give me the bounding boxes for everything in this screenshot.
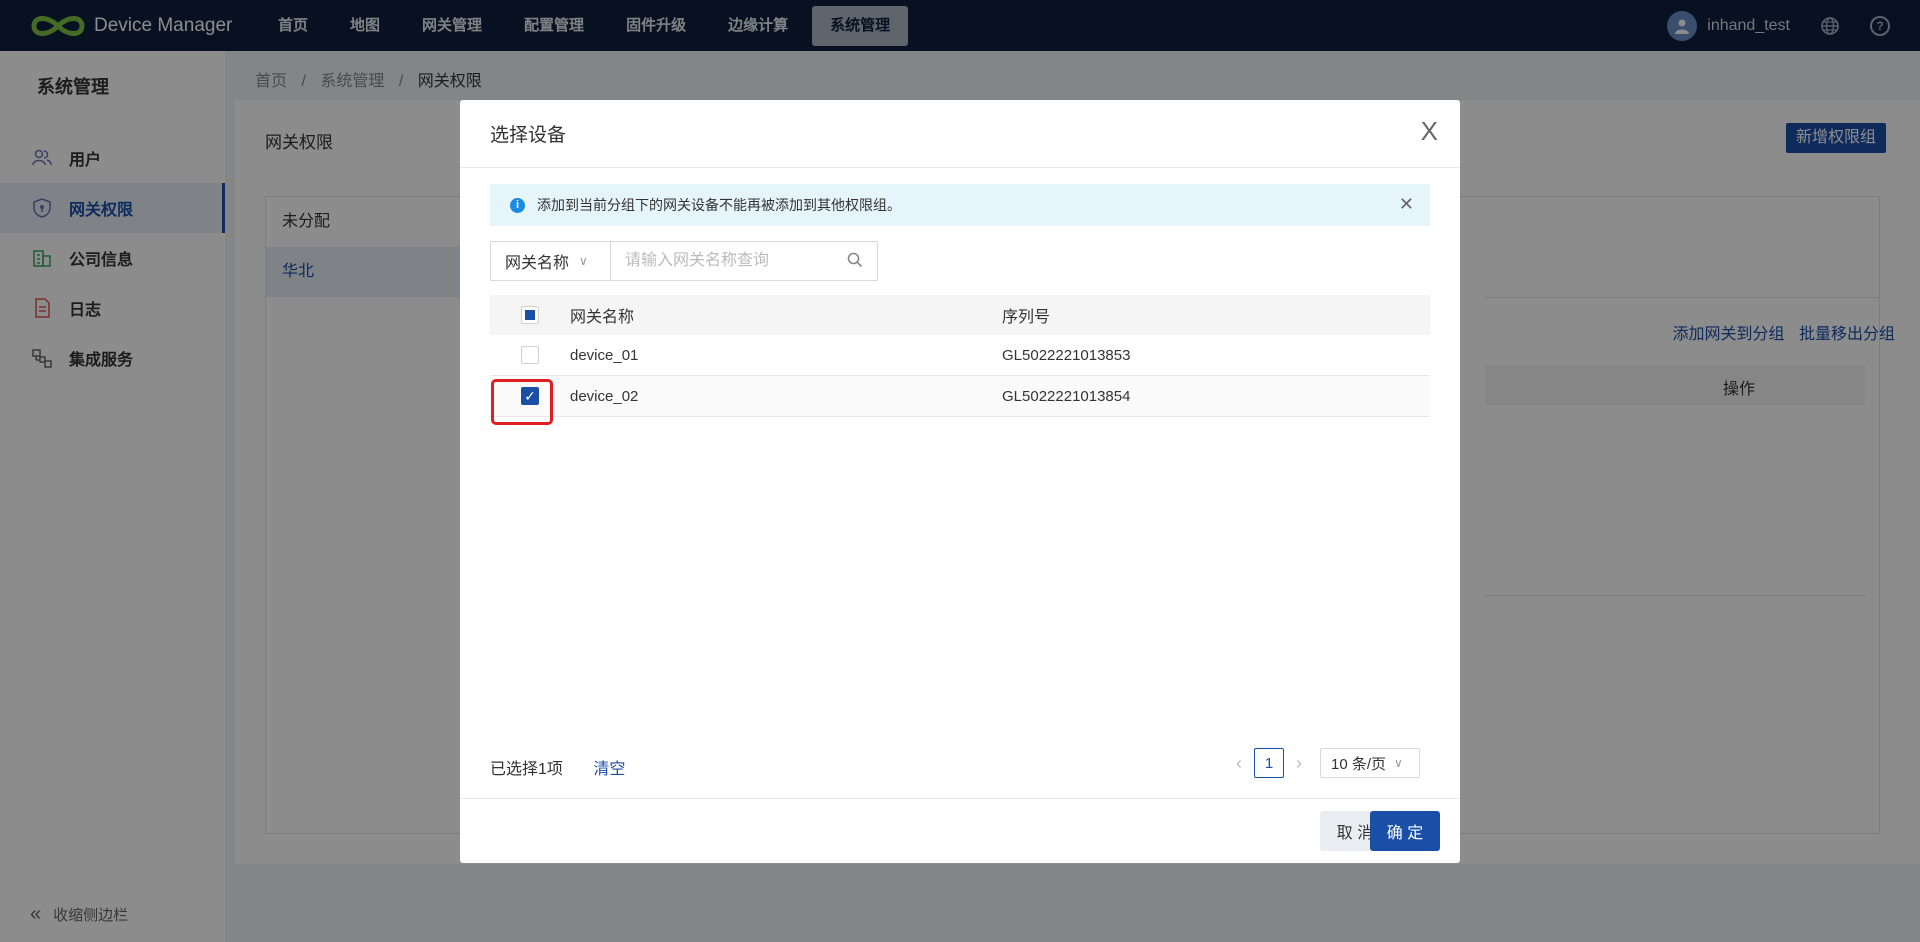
column-header-name: 网关名称 [570,309,635,326]
search-bar: 网关名称 ∨ [490,241,878,281]
next-page-icon[interactable]: › [1296,753,1302,774]
table-row[interactable]: device_01 GL5022221013853 [490,335,1430,376]
modal-footer: 取 消 确 定 [460,798,1460,863]
device-sn: GL5022221013854 [1002,387,1131,405]
pagination: ‹ 1 › 10 条/页 ∨ [1224,748,1420,778]
selected-count: 已选择1项 [490,761,563,778]
device-name: device_01 [570,346,639,364]
selection-info: 已选择1项 清空 [490,755,625,779]
select-all-checkbox[interactable] [521,306,539,324]
alert-text: 添加到当前分组下的网关设备不能再被添加到其他权限组。 [537,197,901,213]
column-header-sn: 序列号 [1002,309,1051,326]
page-size-select[interactable]: 10 条/页 ∨ [1320,748,1420,778]
search-icon[interactable] [847,252,863,268]
confirm-button[interactable]: 确 定 [1370,811,1440,851]
info-icon: i [510,197,525,213]
select-device-modal: 选择设备 X i 添加到当前分组下的网关设备不能再被添加到其他权限组。 ✕ 网关… [460,100,1460,863]
device-name: device_02 [570,387,639,405]
search-field-select[interactable]: 网关名称 ∨ [491,242,611,280]
alert-close-icon[interactable]: ✕ [1399,194,1414,215]
search-field-value: 网关名称 [505,255,570,272]
search-input[interactable] [611,243,831,279]
chevron-down-icon: ∨ [579,254,588,268]
clear-link[interactable]: 清空 [593,761,625,778]
chevron-down-icon: ∨ [1394,756,1403,770]
modal-header: 选择设备 [460,100,1460,168]
device-sn: GL5022221013853 [1002,346,1131,364]
modal-title: 选择设备 [490,125,567,146]
device-table: 网关名称 序列号 device_01 GL5022221013853 ✓ dev… [490,295,1430,417]
page-number[interactable]: 1 [1254,748,1284,778]
table-header: 网关名称 序列号 [490,295,1430,335]
prev-page-icon[interactable]: ‹ [1236,753,1242,774]
info-alert: i 添加到当前分组下的网关设备不能再被添加到其他权限组。 ✕ [490,184,1430,226]
row-checkbox[interactable] [521,346,539,364]
table-row[interactable]: ✓ device_02 GL5022221013854 [490,376,1430,417]
close-icon[interactable]: X [1421,118,1438,144]
page-size-value: 10 条/页 [1331,755,1387,773]
highlight-box [491,379,553,425]
